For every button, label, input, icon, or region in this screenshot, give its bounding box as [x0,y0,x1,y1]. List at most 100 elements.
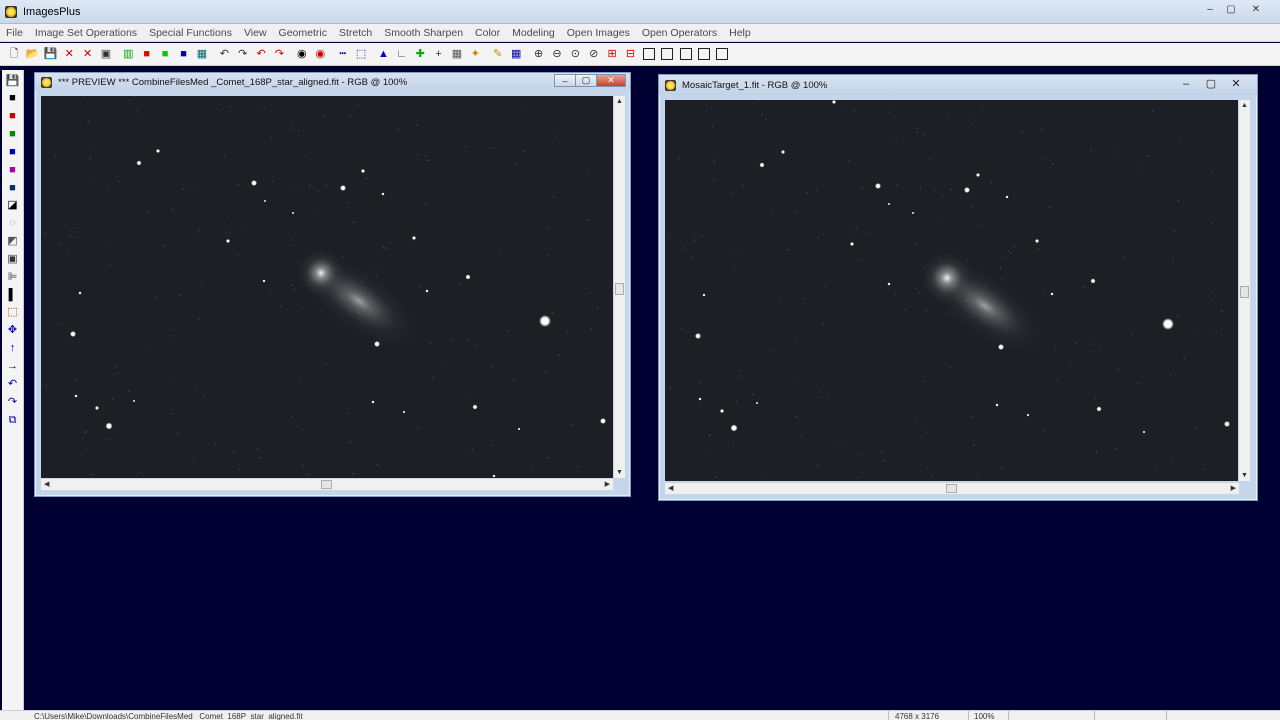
zoom-fit-icon[interactable]: ⊙ [567,46,583,62]
copy-icon[interactable]: ▣ [98,46,114,62]
blue-square-icon[interactable]: ■ [5,144,21,160]
contrast-icon[interactable]: ◌ [5,216,21,232]
menu-geometric[interactable]: Geometric [273,27,333,39]
maximize-icon[interactable]: ▢ [1219,2,1243,16]
window-maximize-button[interactable]: ▢ [1198,77,1224,90]
menu-stretch[interactable]: Stretch [333,27,378,39]
gradient-icon[interactable]: ◩ [5,234,21,250]
duplicate-icon[interactable]: ⧉ [5,412,21,428]
star-icon[interactable]: ✦ [467,46,483,62]
menu-special-functions[interactable]: Special Functions [143,27,238,39]
target-icon[interactable]: ◉ [294,46,310,62]
undo-icon[interactable]: ↶ [216,46,232,62]
crosshair-icon[interactable]: + [431,46,447,62]
save-icon[interactable]: 💾 [5,73,21,89]
scroll-left-icon[interactable]: ◀ [668,484,673,492]
green-square-icon[interactable]: ■ [5,127,21,143]
grid-small-icon[interactable]: ▦ [449,46,465,62]
image-window-preview[interactable]: *** PREVIEW *** CombineFilesMed _Comet_1… [34,72,631,497]
select-region-icon[interactable]: ⬚ [5,305,21,321]
save-icon[interactable]: 💾 [43,46,59,62]
image-canvas[interactable] [665,100,1238,481]
scroll-thumb[interactable] [946,484,957,493]
menu-open-operators[interactable]: Open Operators [636,27,723,39]
rotate-left-icon[interactable]: ↶ [5,376,21,392]
menu-image-set-operations[interactable]: Image Set Operations [29,27,143,39]
window-maximize-button[interactable]: ▢ [575,74,597,87]
redo-icon[interactable]: ↷ [235,46,251,62]
corner-icon[interactable]: ◪ [5,198,21,214]
scroll-left-icon[interactable]: ◀ [44,480,49,488]
vertical-scrollbar[interactable]: ▲ ▼ [1239,100,1250,481]
close-x-icon[interactable]: ✕ [80,46,96,62]
window-close-button[interactable]: ✕ [596,74,626,87]
new-file-icon[interactable]: 🗋 [6,46,22,62]
window-close-button[interactable]: ✕ [1223,77,1249,90]
frame-icon[interactable]: ▣ [5,251,21,267]
zoom-out-icon[interactable]: ⊖ [549,46,565,62]
open-file-icon[interactable]: 📂 [24,46,40,62]
horizontal-scrollbar[interactable]: ◀ ▶ [41,479,613,490]
menu-color[interactable]: Color [469,27,506,39]
redo-red-icon[interactable]: ↷ [271,46,287,62]
scroll-down-icon[interactable]: ▼ [616,469,623,476]
green-channel-icon[interactable]: ■ [157,46,173,62]
black-white-icon[interactable]: ▌ [5,287,21,303]
menu-open-images[interactable]: Open Images [561,27,636,39]
zoom-in-icon[interactable]: ⊕ [531,46,547,62]
target-red-icon[interactable]: ◉ [312,46,328,62]
axis-icon[interactable]: ∟ [394,46,410,62]
grid-blue-icon[interactable]: ▦ [508,46,524,62]
crop-icon[interactable]: ⬚ [353,46,369,62]
window-minimize-button[interactable]: – [1173,77,1199,90]
square-4-icon[interactable] [696,46,712,62]
black-square-icon[interactable]: ■ [5,91,21,107]
square-5-icon[interactable] [714,46,730,62]
grid-icon[interactable]: ▦ [194,46,210,62]
scroll-up-icon[interactable]: ▲ [1241,102,1248,109]
red-square-icon[interactable]: ■ [5,109,21,125]
image-canvas[interactable] [41,96,613,478]
blue-channel-icon[interactable]: ■ [176,46,192,62]
move-icon[interactable]: ✥ [5,323,21,339]
subtract-icon[interactable]: ⊟ [623,46,639,62]
bars-icon[interactable]: ⊫ [5,269,21,285]
horizontal-scrollbar[interactable]: ◀ ▶ [665,483,1239,494]
rgb-channels-icon[interactable]: ▥ [120,46,136,62]
rotate-right-icon[interactable]: ↷ [5,394,21,410]
menu-modeling[interactable]: Modeling [506,27,561,39]
close-icon[interactable]: ✕ [1244,2,1268,16]
scroll-thumb[interactable] [615,283,624,295]
image-window-mosaic[interactable]: MosaicTarget_1.fit - RGB @ 100% – ▢ ✕ ▲ … [658,74,1258,501]
dashes-icon[interactable]: ┅ [335,46,351,62]
dual-tone-blue-icon[interactable]: ■ [5,180,21,196]
undo-red-icon[interactable]: ↶ [253,46,269,62]
menu-help[interactable]: Help [723,27,757,39]
square-3-icon[interactable] [678,46,694,62]
scroll-thumb[interactable] [321,480,332,489]
vertical-scrollbar[interactable]: ▲ ▼ [614,96,625,478]
arrow-right-icon[interactable]: → [5,359,21,375]
zoom-actual-icon[interactable]: ⊘ [586,46,602,62]
add-red-icon[interactable]: ⊞ [604,46,620,62]
delete-icon[interactable]: ✕ [61,46,77,62]
window-title-bar[interactable]: *** PREVIEW *** CombineFilesMed _Comet_1… [35,73,630,91]
crosshair-green-icon[interactable]: ✚ [412,46,428,62]
pencil-icon[interactable]: ✎ [490,46,506,62]
menu-file[interactable]: File [0,27,29,39]
menu-smooth-sharpen[interactable]: Smooth Sharpen [378,27,469,39]
square-2-icon[interactable] [659,46,675,62]
window-title-bar[interactable]: MosaicTarget_1.fit - RGB @ 100% – ▢ ✕ [659,75,1257,95]
red-channel-icon[interactable]: ■ [139,46,155,62]
histogram-icon[interactable]: ▲ [375,46,391,62]
window-minimize-button[interactable]: – [554,74,576,87]
scroll-thumb[interactable] [1240,286,1249,298]
dual-tone-icon[interactable]: ■ [5,162,21,178]
scroll-up-icon[interactable]: ▲ [616,98,623,105]
scroll-right-icon[interactable]: ▶ [605,480,610,488]
square-1-icon[interactable] [641,46,657,62]
arrow-up-icon[interactable]: ↑ [5,341,21,357]
scroll-right-icon[interactable]: ▶ [1231,484,1236,492]
scroll-down-icon[interactable]: ▼ [1241,472,1248,479]
menu-view[interactable]: View [238,27,273,39]
